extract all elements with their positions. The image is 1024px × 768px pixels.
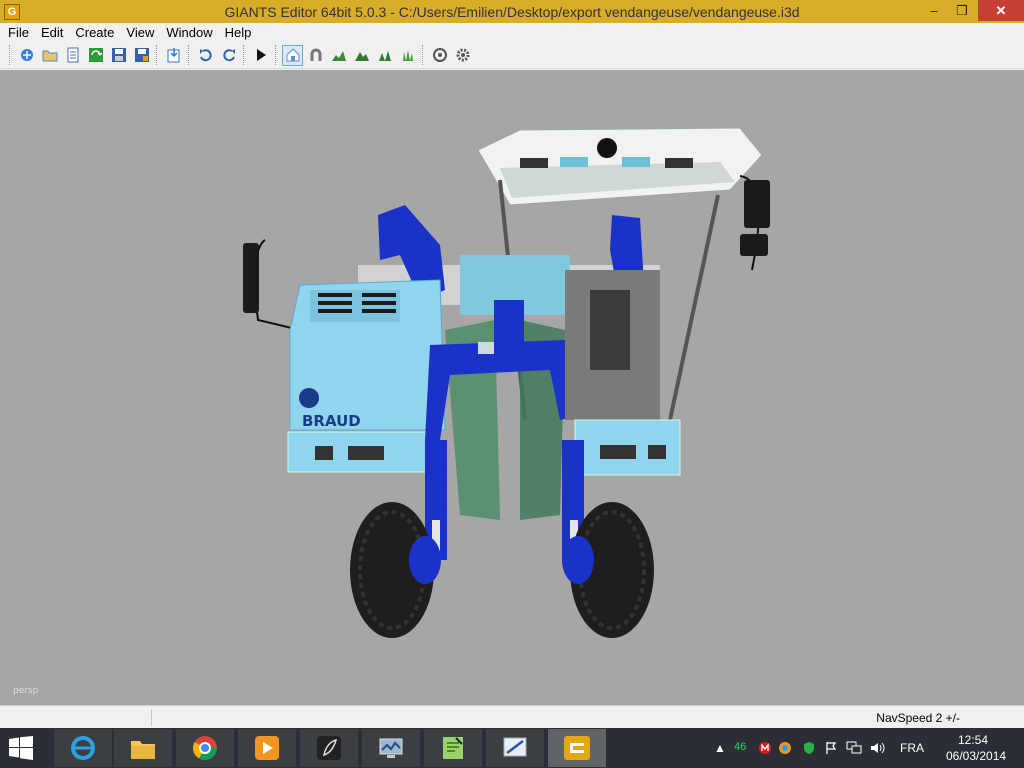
clock-time[interactable]: 12:54 xyxy=(958,733,988,747)
tray-rainbow-icon[interactable] xyxy=(778,741,792,755)
menu-window[interactable]: Window xyxy=(160,25,218,40)
toolbar-grip[interactable] xyxy=(156,45,159,65)
internet-explorer-icon xyxy=(71,736,95,760)
giants-editor-icon xyxy=(564,736,590,760)
particle-button[interactable] xyxy=(429,45,450,66)
notepad-app-icon xyxy=(443,737,463,759)
document-icon xyxy=(67,47,78,63)
close-button[interactable]: ✕ xyxy=(978,0,1024,21)
undo-button[interactable] xyxy=(195,45,216,66)
home-icon xyxy=(286,48,299,62)
terrain-paint-button[interactable] xyxy=(328,45,349,66)
menu-view[interactable]: View xyxy=(120,25,160,40)
save-icon xyxy=(111,48,126,62)
status-separator xyxy=(151,709,152,726)
grass-icon xyxy=(402,50,413,61)
terrain-paint-icon xyxy=(331,51,346,61)
toolbar-grip[interactable] xyxy=(9,45,12,65)
grass-button[interactable] xyxy=(397,45,418,66)
open-button[interactable] xyxy=(39,45,60,66)
open-icon xyxy=(42,50,57,62)
design-app-icon xyxy=(503,737,527,757)
play-button[interactable] xyxy=(250,45,271,66)
taskbar-notepad-app[interactable] xyxy=(424,729,482,767)
nav-speed-status: NavSpeed 2 +/- xyxy=(876,711,960,725)
taskbar-internet-explorer[interactable] xyxy=(54,729,112,767)
foliage-button[interactable] xyxy=(374,45,395,66)
3d-viewport[interactable]: BRAUD persp xyxy=(0,70,1024,705)
windows-logo-icon xyxy=(9,736,33,760)
tray-shield-icon[interactable] xyxy=(802,741,816,755)
grape-harvester-model: BRAUD xyxy=(243,127,770,638)
network-icon[interactable] xyxy=(846,741,862,755)
taskbar-feather-app[interactable] xyxy=(300,729,358,767)
magnet-button[interactable] xyxy=(305,45,326,66)
terrain-sculpt-icon xyxy=(354,52,369,61)
particle-icon xyxy=(432,48,447,62)
undo-icon xyxy=(199,49,212,62)
new-button[interactable] xyxy=(16,45,37,66)
camera-label: persp xyxy=(13,686,39,696)
save-button[interactable] xyxy=(108,45,129,66)
start-button[interactable] xyxy=(8,736,34,760)
clock-date[interactable]: 06/03/2014 xyxy=(946,749,1006,763)
import-button[interactable] xyxy=(163,45,184,66)
toolbar-grip[interactable] xyxy=(243,45,246,65)
import-icon xyxy=(167,48,179,63)
new-icon xyxy=(20,49,33,61)
foliage-icon xyxy=(378,51,391,61)
redo-icon xyxy=(222,49,235,62)
save-as-icon xyxy=(134,48,149,62)
document-button[interactable] xyxy=(62,45,83,66)
window-title: GIANTS Editor 64bit 5.0.3 - C:/Users/Emi… xyxy=(224,4,800,20)
app-feather-icon xyxy=(317,736,341,760)
taskbar-monitor-app[interactable] xyxy=(362,729,420,767)
show-hidden-icons-chevron-up-icon[interactable]: ▲ xyxy=(714,741,726,755)
magnet-icon xyxy=(310,48,321,61)
system-tray: ▲ 46 FRA 12:54 06/03/2014 xyxy=(704,728,1024,768)
toolbar-grip[interactable] xyxy=(422,45,425,65)
maximize-button[interactable]: ❐ xyxy=(948,0,976,21)
giants-app-icon[interactable]: G xyxy=(4,3,20,20)
refresh-icon xyxy=(88,48,103,62)
home-button[interactable] xyxy=(282,44,303,66)
taskbar: ▲ 46 FRA 12:54 06/03/2014 xyxy=(0,728,1024,768)
redo-button[interactable] xyxy=(218,45,239,66)
taskbar-giants-editor[interactable] xyxy=(548,729,606,767)
toolbar xyxy=(0,42,1024,69)
toolbar-grip[interactable] xyxy=(275,45,278,65)
volume-icon[interactable] xyxy=(870,741,886,755)
title-bar: G GIANTS Editor 64bit 5.0.3 - C:/Users/E… xyxy=(0,0,1024,23)
menu-help[interactable]: Help xyxy=(219,25,258,40)
status-bar: NavSpeed 2 +/- xyxy=(0,705,1024,728)
taskbar-file-explorer[interactable] xyxy=(114,729,172,767)
play-icon xyxy=(256,49,266,61)
model-brand-label: BRAUD xyxy=(302,412,361,430)
settings-gear-icon xyxy=(456,48,469,62)
minimize-button[interactable]: – xyxy=(920,0,948,21)
refresh-button[interactable] xyxy=(85,45,106,66)
toolbar-grip[interactable] xyxy=(188,45,191,65)
taskbar-chrome[interactable] xyxy=(176,729,234,767)
menu-file[interactable]: File xyxy=(2,25,35,40)
taskbar-design-app[interactable] xyxy=(486,729,544,767)
menu-bar: File Edit Create View Window Help xyxy=(0,23,1024,42)
input-language-indicator[interactable]: FRA xyxy=(900,741,924,755)
terrain-sculpt-button[interactable] xyxy=(351,45,372,66)
tray-m-badge-icon[interactable] xyxy=(758,741,772,755)
settings-button[interactable] xyxy=(452,45,473,66)
menu-edit[interactable]: Edit xyxy=(35,25,69,40)
file-explorer-icon xyxy=(131,741,155,759)
chrome-icon xyxy=(192,736,217,761)
action-center-flag-icon[interactable] xyxy=(824,741,838,755)
media-player-icon xyxy=(255,736,279,760)
menu-create[interactable]: Create xyxy=(69,25,120,40)
monitor-app-icon xyxy=(379,738,403,758)
tray-counter[interactable]: 46 xyxy=(734,741,746,753)
taskbar-media-player[interactable] xyxy=(238,729,296,767)
save-as-button[interactable] xyxy=(131,45,152,66)
